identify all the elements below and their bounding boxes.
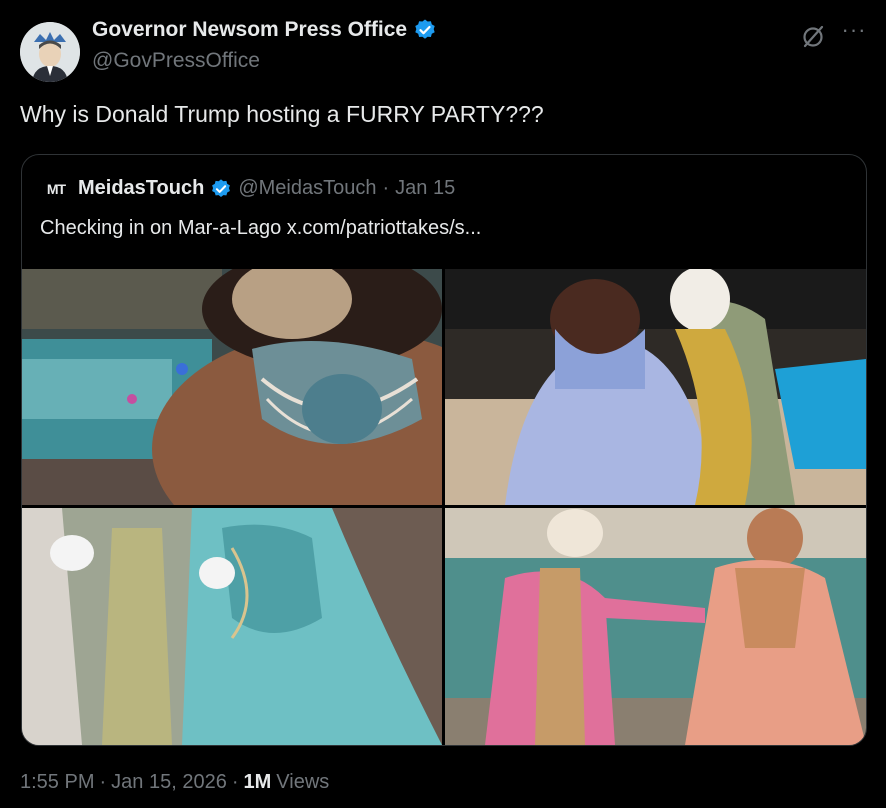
quoted-separator: · <box>382 177 390 199</box>
meta-separator: · <box>231 771 239 793</box>
tweet-text: Why is Donald Trump hosting a FURRY PART… <box>20 101 544 127</box>
meidastouch-logo-icon: MT <box>46 180 66 197</box>
media-image-2[interactable] <box>445 269 866 505</box>
avatar[interactable] <box>20 22 80 82</box>
verified-badge-icon <box>212 178 231 197</box>
quoted-handle[interactable]: @MeidasTouch <box>238 177 376 200</box>
more-options-icon[interactable]: ··· <box>840 19 868 48</box>
quoted-header: MT MeidasTouch @MeidasTouch · Jan 15 <box>40 177 455 200</box>
media-image-1[interactable] <box>22 269 442 505</box>
quoted-text: Checking in on Mar-a-Lago x.com/patriott… <box>40 217 482 239</box>
author-name-row: Governor Newsom Press Office <box>92 18 437 42</box>
verified-badge-icon <box>415 19 435 39</box>
tweet-meta: 1:55 PM · Jan 15, 2026 · 1M Views <box>20 771 329 794</box>
meta-separator: · <box>99 771 107 793</box>
grok-icon[interactable] <box>800 22 828 50</box>
tweet-time[interactable]: 1:55 PM <box>20 771 94 794</box>
quoted-display-name[interactable]: MeidasTouch <box>78 177 204 200</box>
author-display-name[interactable]: Governor Newsom Press Office <box>92 18 407 42</box>
media-image-4[interactable] <box>445 508 866 745</box>
tweet-date[interactable]: Jan 15, 2026 <box>111 771 227 794</box>
author-handle[interactable]: @GovPressOffice <box>92 49 260 73</box>
media-image-3[interactable] <box>22 508 442 745</box>
views-count: 1M <box>243 771 272 793</box>
quoted-date[interactable]: Jan 15 <box>395 177 455 200</box>
quoted-tweet[interactable]: MT MeidasTouch @MeidasTouch · Jan 15 Che… <box>21 154 867 746</box>
media-grid <box>22 269 866 745</box>
views-label: Views <box>276 771 330 793</box>
avatar-icon <box>20 22 80 82</box>
